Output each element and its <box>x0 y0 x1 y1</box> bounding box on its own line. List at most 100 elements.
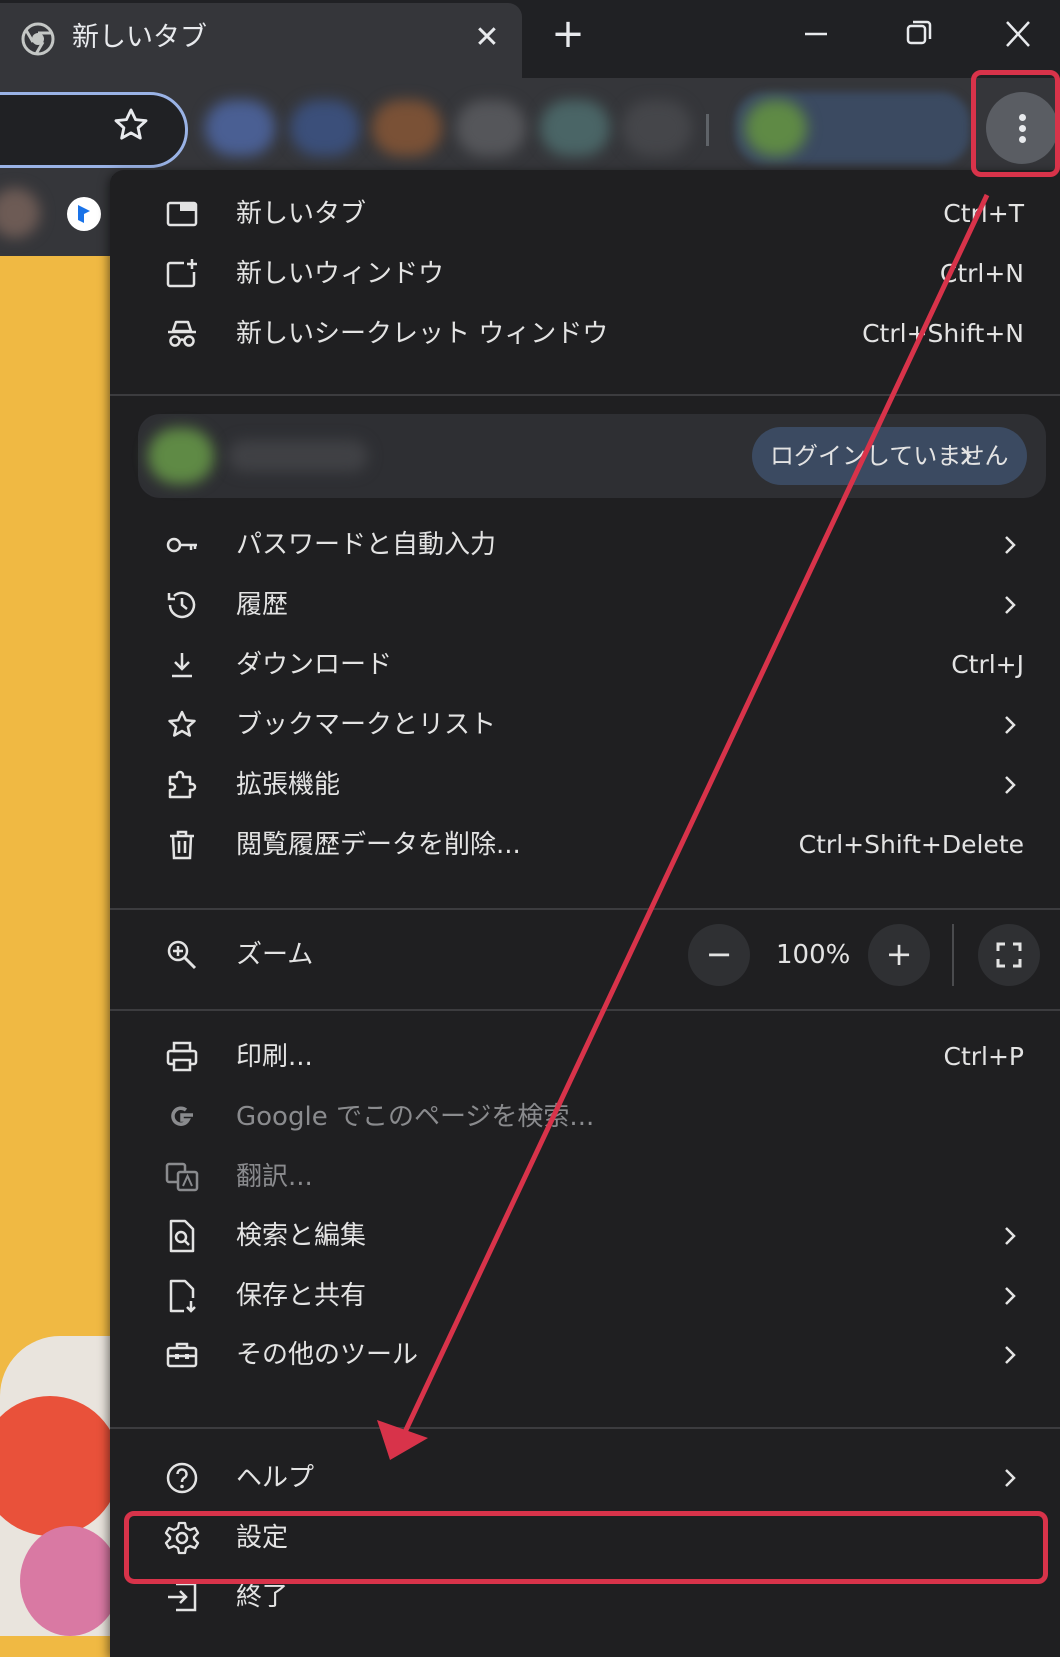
new-window-icon <box>166 259 197 288</box>
sign-in-status-badge: ログインしていません <box>752 427 1027 485</box>
tab-new-tab[interactable]: 新しいタブ ✕ <box>0 3 522 78</box>
extension-icon[interactable] <box>456 100 526 156</box>
menu-item-label: 新しいウィンドウ <box>236 259 445 289</box>
tab-close-icon[interactable]: ✕ <box>470 21 504 55</box>
extension-icon[interactable] <box>372 100 442 156</box>
extension-icon[interactable] <box>290 100 360 156</box>
fullscreen-button[interactable] <box>978 924 1040 986</box>
bookmark-favicon-icon[interactable] <box>66 196 102 232</box>
menu-item-shortcut: Ctrl+P <box>943 1042 1024 1071</box>
chevron-right-icon <box>1005 776 1016 794</box>
puzzle-icon <box>168 770 197 799</box>
star-icon <box>168 710 196 737</box>
menu-item-label: 拡張機能 <box>236 770 341 800</box>
menu-item-label: 翻訳... <box>236 1162 313 1192</box>
menu-divider <box>110 1009 1060 1011</box>
toolbox-icon <box>166 1342 198 1368</box>
tab-strip: 新しいタブ ✕ + <box>0 0 1060 78</box>
menu-item-label: 履歴 <box>236 590 289 620</box>
help-icon <box>166 1462 198 1494</box>
window-close-icon[interactable] <box>995 14 1045 54</box>
profile-avatar <box>148 428 214 484</box>
bookmark-star-icon[interactable] <box>112 106 150 144</box>
menu-item-label: 印刷... <box>236 1042 313 1072</box>
menu-divider <box>110 1427 1060 1429</box>
new-tab-button[interactable]: + <box>548 14 588 54</box>
chevron-right-icon <box>1005 536 1016 554</box>
menu-item-label: Google でこのページを検索... <box>236 1102 595 1132</box>
zoom-separator <box>952 924 954 986</box>
chevron-right-icon <box>1005 1346 1016 1364</box>
menu-item-clear-browsing-data[interactable]: 閲覧履歴データを削除... Ctrl+Shift+Delete <box>110 815 1060 875</box>
page-illustration <box>0 1396 112 1536</box>
google-icon <box>171 1106 193 1126</box>
menu-item-label: 新しいタブ <box>236 199 367 229</box>
menu-item-more-tools[interactable]: その他のツール <box>110 1325 1060 1385</box>
menu-item-print[interactable]: 印刷... Ctrl+P <box>110 1027 1060 1087</box>
menu-item-label: 閲覧履歴データを削除... <box>236 830 521 860</box>
menu-item-new-window[interactable]: 新しいウィンドウ Ctrl+N <box>110 244 1060 304</box>
menu-item-search-google: Google でこのページを検索... <box>110 1087 1060 1147</box>
menu-item-label: 検索と編集 <box>236 1221 367 1251</box>
extension-icon[interactable] <box>540 100 610 156</box>
chevron-right-icon <box>1005 1227 1016 1245</box>
minus-icon: − <box>705 935 733 973</box>
menu-item-shortcut: Ctrl+Shift+N <box>862 319 1024 348</box>
chevron-right-icon <box>1005 596 1016 614</box>
zoom-in-button[interactable]: + <box>868 924 930 986</box>
menu-item-label: ブックマークとリスト <box>236 710 497 740</box>
chevron-right-icon <box>961 447 972 465</box>
menu-item-save-and-share[interactable]: 保存と共有 <box>110 1266 1060 1326</box>
profile-row[interactable]: ログインしていません <box>138 414 1046 498</box>
menu-item-new-tab[interactable]: 新しいタブ Ctrl+T <box>110 184 1060 244</box>
menu-item-label: その他のツール <box>236 1340 419 1370</box>
bookmark-bar <box>0 176 112 256</box>
menu-item-extensions[interactable]: 拡張機能 <box>110 755 1060 815</box>
settings-highlight <box>124 1511 1048 1584</box>
extension-icon[interactable] <box>205 100 275 156</box>
menu-item-bookmarks[interactable]: ブックマークとリスト <box>110 695 1060 755</box>
chevron-right-icon <box>1005 716 1016 734</box>
menu-item-passwords[interactable]: パスワードと自動入力 <box>110 515 1060 575</box>
menu-divider <box>110 394 1060 396</box>
zoom-out-button[interactable]: − <box>688 924 750 986</box>
chevron-right-icon <box>1005 1287 1016 1305</box>
menu-item-shortcut: Ctrl+N <box>939 259 1024 288</box>
restore-icon[interactable] <box>894 14 944 54</box>
bookmark-favicon[interactable] <box>0 188 40 238</box>
menu-item-history[interactable]: 履歴 <box>110 575 1060 635</box>
menu-button-highlight <box>971 70 1060 177</box>
menu-item-label: 新しいシークレット ウィンドウ <box>236 319 609 349</box>
toolbar-separator <box>706 114 709 146</box>
menu-item-new-incognito-window[interactable]: 新しいシークレット ウィンドウ Ctrl+Shift+N <box>110 304 1060 364</box>
save-file-icon <box>169 1279 196 1313</box>
chrome-menu: 新しいタブ Ctrl+T 新しいウィンドウ Ctrl+N 新しいシークレット ウ… <box>110 170 1060 1657</box>
address-bar[interactable] <box>0 92 188 168</box>
menu-item-find-and-edit[interactable]: 検索と編集 <box>110 1206 1060 1266</box>
profile-name <box>228 440 368 472</box>
extension-icon[interactable] <box>622 100 692 156</box>
minimize-icon[interactable] <box>790 14 840 54</box>
menu-item-shortcut: Ctrl+Shift+Delete <box>798 830 1024 859</box>
menu-item-label: ヘルプ <box>236 1463 315 1493</box>
download-icon <box>172 653 192 678</box>
menu-divider <box>110 908 1060 910</box>
page-illustration <box>20 1526 112 1636</box>
menu-item-downloads[interactable]: ダウンロード Ctrl+J <box>110 635 1060 695</box>
menu-item-help[interactable]: ヘルプ <box>110 1448 1060 1508</box>
fullscreen-icon <box>996 942 1022 968</box>
menu-item-shortcut: Ctrl+T <box>943 199 1024 228</box>
history-icon <box>167 591 196 619</box>
menu-item-label: ズーム <box>236 940 314 970</box>
key-icon <box>166 537 197 553</box>
incognito-icon <box>168 320 196 347</box>
plus-icon: + <box>885 935 913 973</box>
menu-item-label: 保存と共有 <box>236 1281 367 1311</box>
new-tab-icon <box>166 201 198 227</box>
trash-icon <box>170 830 194 860</box>
zoom-in-icon <box>167 940 197 970</box>
menu-item-zoom: ズーム − 100% + <box>110 912 1060 998</box>
translate-icon <box>165 1162 199 1192</box>
menu-item-label: ダウンロード <box>236 650 393 680</box>
profile-avatar <box>745 100 807 156</box>
